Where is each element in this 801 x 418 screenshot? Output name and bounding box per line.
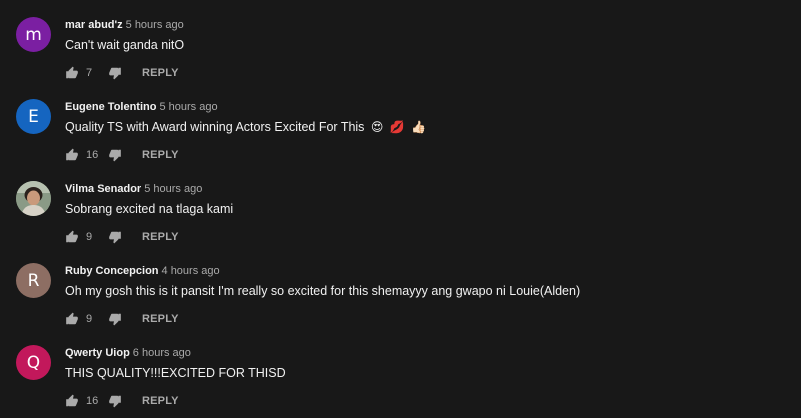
- comment-item: Vilma Senador 5 hours ago Sobrang excited…: [0, 181, 801, 263]
- avatar[interactable]: R: [16, 263, 51, 298]
- comment-header: Ruby Concepcion 4 hours ago: [65, 263, 220, 277]
- like-count: 16: [86, 395, 99, 407]
- like-count: 9: [86, 231, 93, 243]
- avatar[interactable]: E: [16, 99, 51, 134]
- avatar[interactable]: m: [16, 17, 51, 52]
- comment-time[interactable]: 5 hours ago: [159, 101, 217, 113]
- comment-list: m mar abud'z 5 hours ago Can't wait ganda…: [0, 0, 801, 418]
- comment-item: Q Qwerty Uiop 6 hours ago THIS QUALITY!!!…: [0, 345, 801, 418]
- avatar[interactable]: [16, 181, 51, 216]
- reply-button[interactable]: REPLY: [142, 67, 179, 79]
- emoji-kiss-mark: 💋: [389, 120, 405, 134]
- author-name[interactable]: Eugene Tolentino: [65, 101, 156, 113]
- comment-time[interactable]: 6 hours ago: [133, 347, 191, 359]
- like-icon[interactable]: [65, 230, 79, 244]
- comment-actions: 7 REPLY: [65, 63, 179, 83]
- like-icon[interactable]: [65, 394, 79, 408]
- dislike-icon[interactable]: [108, 148, 122, 162]
- emoji-heart-eyes: 😍: [370, 120, 384, 134]
- comment-time[interactable]: 5 hours ago: [126, 19, 184, 31]
- like-count: 9: [86, 313, 93, 325]
- reply-button[interactable]: REPLY: [142, 149, 179, 161]
- dislike-icon[interactable]: [108, 312, 122, 326]
- comment-text: Can't wait ganda nitO: [65, 38, 185, 52]
- like-count: 7: [86, 67, 93, 79]
- comment-text: THIS QUALITY!!!EXCITED FOR THISD: [65, 366, 286, 380]
- like-icon[interactable]: [65, 312, 79, 326]
- dislike-icon[interactable]: [108, 66, 122, 80]
- profile-photo-icon: [16, 181, 51, 216]
- comment-actions: 16 REPLY: [65, 391, 179, 411]
- comment-actions: 9 REPLY: [65, 309, 179, 329]
- comment-header: Eugene Tolentino 5 hours ago: [65, 99, 218, 113]
- reply-button[interactable]: REPLY: [142, 313, 179, 325]
- like-icon[interactable]: [65, 148, 79, 162]
- author-name[interactable]: Vilma Senador: [65, 183, 141, 195]
- comment-header: Qwerty Uiop 6 hours ago: [65, 345, 191, 359]
- comment-header: Vilma Senador 5 hours ago: [65, 181, 202, 195]
- dislike-icon[interactable]: [108, 394, 122, 408]
- reply-button[interactable]: REPLY: [142, 231, 179, 243]
- comment-text: Sobrang excited na tlaga kami: [65, 202, 234, 216]
- like-icon[interactable]: [65, 66, 79, 80]
- comment-text: Quality TS with Award winning Actors Exc…: [65, 119, 426, 135]
- comment-text-body: Quality TS with Award winning Actors Exc…: [65, 120, 365, 134]
- comment-text: Oh my gosh this is it pansit I'm really …: [65, 284, 581, 298]
- comment-actions: 16 REPLY: [65, 145, 179, 165]
- comment-item: R Ruby Concepcion 4 hours ago Oh my gosh …: [0, 263, 801, 345]
- author-name[interactable]: Ruby Concepcion: [65, 265, 159, 277]
- comment-header: mar abud'z 5 hours ago: [65, 17, 184, 31]
- comment-item: m mar abud'z 5 hours ago Can't wait ganda…: [0, 17, 801, 99]
- comment-actions: 9 REPLY: [65, 227, 179, 247]
- reply-button[interactable]: REPLY: [142, 395, 179, 407]
- like-count: 16: [86, 149, 99, 161]
- comment-time[interactable]: 5 hours ago: [144, 183, 202, 195]
- avatar[interactable]: Q: [16, 345, 51, 380]
- author-name[interactable]: mar abud'z: [65, 19, 123, 31]
- comment-item: E Eugene Tolentino 5 hours ago Quality TS…: [0, 99, 801, 181]
- emoji-thumbs-up: 👍🏻: [411, 120, 427, 134]
- dislike-icon[interactable]: [108, 230, 122, 244]
- comment-time[interactable]: 4 hours ago: [162, 265, 220, 277]
- author-name[interactable]: Qwerty Uiop: [65, 347, 130, 359]
